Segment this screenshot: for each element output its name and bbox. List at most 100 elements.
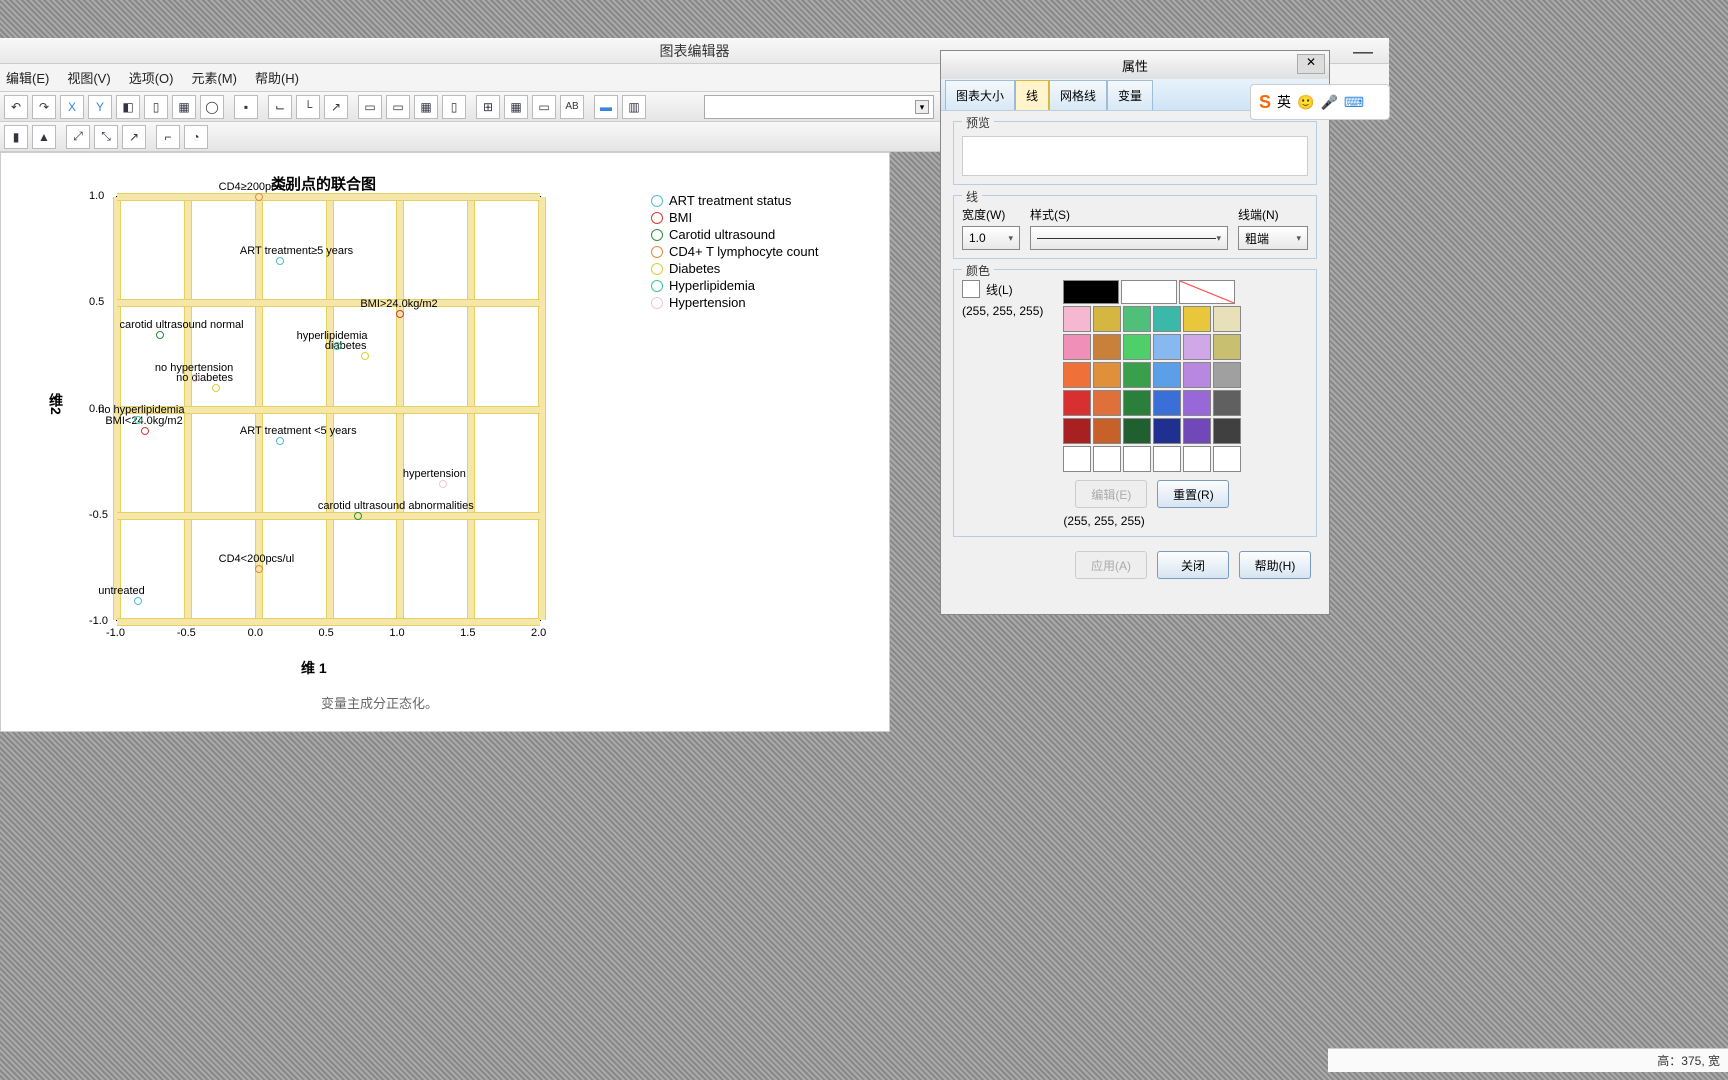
data-point[interactable] bbox=[191, 374, 199, 382]
ime-language[interactable]: 英 bbox=[1277, 92, 1291, 112]
legend-item[interactable]: ART treatment status bbox=[651, 193, 818, 208]
palette-color[interactable] bbox=[1063, 334, 1091, 360]
toolbar-grid2-icon[interactable]: ▦ bbox=[504, 95, 528, 119]
legend-item[interactable]: Hypertension bbox=[651, 295, 818, 310]
toolbar-y-axis-icon[interactable]: Y bbox=[88, 95, 112, 119]
palette-color[interactable] bbox=[1213, 362, 1241, 388]
data-point[interactable] bbox=[134, 597, 142, 605]
legend-item[interactable]: CD4+ T lymphocyte count bbox=[651, 244, 818, 259]
line-color-swatch[interactable] bbox=[962, 280, 980, 298]
toolbar-scatter3-icon[interactable]: ↗ bbox=[122, 125, 146, 149]
reset-color-button[interactable]: 重置(R) bbox=[1157, 480, 1229, 508]
palette-color[interactable] bbox=[1063, 446, 1091, 472]
data-point[interactable] bbox=[134, 416, 142, 424]
palette-color[interactable] bbox=[1213, 446, 1241, 472]
toolbar-row-icon[interactable]: ▭ bbox=[532, 95, 556, 119]
toolbar-redo-icon[interactable]: ↷ bbox=[32, 95, 56, 119]
palette-color[interactable] bbox=[1153, 334, 1181, 360]
palette-color[interactable] bbox=[1093, 446, 1121, 472]
edit-color-button[interactable]: 编辑(E) bbox=[1075, 480, 1147, 508]
palette-color[interactable] bbox=[1093, 306, 1121, 332]
palette-white[interactable] bbox=[1121, 280, 1177, 304]
style-dropdown[interactable]: ▾ bbox=[1030, 226, 1228, 250]
palette-color[interactable] bbox=[1123, 446, 1151, 472]
palette-color[interactable] bbox=[1093, 334, 1121, 360]
plot-area[interactable]: ART treatment≥5 yearsART treatment <5 ye… bbox=[116, 196, 541, 621]
palette-color[interactable] bbox=[1093, 418, 1121, 444]
help-button[interactable]: 帮助(H) bbox=[1239, 551, 1311, 579]
palette-color[interactable] bbox=[1183, 334, 1211, 360]
menu-elements[interactable]: 元素(M) bbox=[191, 68, 237, 87]
toolbar-bars-icon[interactable]: ▬ bbox=[594, 95, 618, 119]
toolbar-grid-icon[interactable]: ▭ bbox=[358, 95, 382, 119]
palette-color[interactable] bbox=[1183, 446, 1211, 472]
legend-item[interactable]: Diabetes bbox=[651, 261, 818, 276]
palette-color[interactable] bbox=[1093, 362, 1121, 388]
toolbar-inner-icon[interactable]: ▯ bbox=[442, 95, 466, 119]
toolbar-element-selector[interactable]: ▾ bbox=[704, 95, 934, 119]
toolbar-undo-icon[interactable]: ↶ bbox=[4, 95, 28, 119]
data-point[interactable] bbox=[156, 331, 164, 339]
toolbar-chart-type-icon[interactable]: ⌙ bbox=[268, 95, 292, 119]
toolbar-axis-icon[interactable]: └ bbox=[296, 95, 320, 119]
menu-help[interactable]: 帮助(H) bbox=[255, 68, 299, 87]
tab-chart-size[interactable]: 图表大小 bbox=[945, 80, 1015, 110]
palette-color[interactable] bbox=[1153, 390, 1181, 416]
data-point[interactable] bbox=[255, 565, 263, 573]
palette-color[interactable] bbox=[1153, 306, 1181, 332]
toolbar-bar-icon[interactable]: ▮ bbox=[4, 125, 28, 149]
toolbar-ab-icon[interactable]: AB bbox=[560, 95, 584, 119]
data-point[interactable] bbox=[333, 342, 341, 350]
toolbar-legend-icon[interactable]: ◧ bbox=[116, 95, 140, 119]
palette-color[interactable] bbox=[1063, 418, 1091, 444]
data-point[interactable] bbox=[361, 352, 369, 360]
legend-item[interactable]: BMI bbox=[651, 210, 818, 225]
dialog-close-button[interactable]: ✕ bbox=[1297, 54, 1325, 74]
palette-color[interactable] bbox=[1183, 362, 1211, 388]
toolbar-scatter2-icon[interactable]: ⤡ bbox=[94, 125, 118, 149]
toolbar-data-label-icon[interactable]: ▯ bbox=[144, 95, 168, 119]
legend-item[interactable]: Carotid ultrasound bbox=[651, 227, 818, 242]
cap-dropdown[interactable]: 粗端▾ bbox=[1238, 226, 1308, 250]
data-point[interactable] bbox=[276, 437, 284, 445]
toolbar-fill-icon[interactable]: ▪ bbox=[234, 95, 258, 119]
toolbar-matrix-icon[interactable]: ⊞ bbox=[476, 95, 500, 119]
width-spinner[interactable]: 1.0▾ bbox=[962, 226, 1020, 250]
data-point[interactable] bbox=[354, 512, 362, 520]
toolbar-table-icon[interactable]: ▦ bbox=[414, 95, 438, 119]
menu-view[interactable]: 视图(V) bbox=[67, 68, 110, 87]
toolbar-pie-icon[interactable]: ◔ bbox=[184, 125, 208, 149]
data-point[interactable] bbox=[141, 427, 149, 435]
palette-color[interactable] bbox=[1213, 334, 1241, 360]
data-point[interactable] bbox=[396, 310, 404, 318]
toolbar-line-icon[interactable]: ↗ bbox=[324, 95, 348, 119]
palette-color[interactable] bbox=[1153, 362, 1181, 388]
minimize-button[interactable]: — bbox=[1353, 41, 1373, 64]
data-point[interactable] bbox=[255, 193, 263, 201]
toolbar-lasso-icon[interactable]: ◯ bbox=[200, 95, 224, 119]
menu-options[interactable]: 选项(O) bbox=[129, 68, 174, 87]
toolbar-x-axis-icon[interactable]: X bbox=[60, 95, 84, 119]
ime-keyboard-icon[interactable]: ⌨ bbox=[1344, 94, 1364, 111]
palette-color[interactable] bbox=[1123, 418, 1151, 444]
palette-color[interactable] bbox=[1153, 446, 1181, 472]
ime-emoji-icon[interactable]: 🙂 bbox=[1297, 94, 1314, 111]
toolbar-area-icon[interactable]: ▲ bbox=[32, 125, 56, 149]
palette-black[interactable] bbox=[1063, 280, 1119, 304]
palette-color[interactable] bbox=[1063, 362, 1091, 388]
palette-color[interactable] bbox=[1093, 390, 1121, 416]
palette-color[interactable] bbox=[1183, 418, 1211, 444]
palette-color[interactable] bbox=[1153, 418, 1181, 444]
palette-color[interactable] bbox=[1183, 306, 1211, 332]
legend-item[interactable]: Hyperlipidemia bbox=[651, 278, 818, 293]
palette-color[interactable] bbox=[1063, 306, 1091, 332]
palette-color[interactable] bbox=[1063, 390, 1091, 416]
apply-button[interactable]: 应用(A) bbox=[1075, 551, 1147, 579]
palette-color[interactable] bbox=[1183, 390, 1211, 416]
palette-color[interactable] bbox=[1213, 306, 1241, 332]
toolbar-axis2-icon[interactable]: ⌐ bbox=[156, 125, 180, 149]
toolbar-bars2-icon[interactable]: ▥ bbox=[622, 95, 646, 119]
toolbar-frame-icon[interactable]: ▭ bbox=[386, 95, 410, 119]
palette-color[interactable] bbox=[1123, 334, 1151, 360]
tab-variable[interactable]: 变量 bbox=[1107, 80, 1153, 110]
